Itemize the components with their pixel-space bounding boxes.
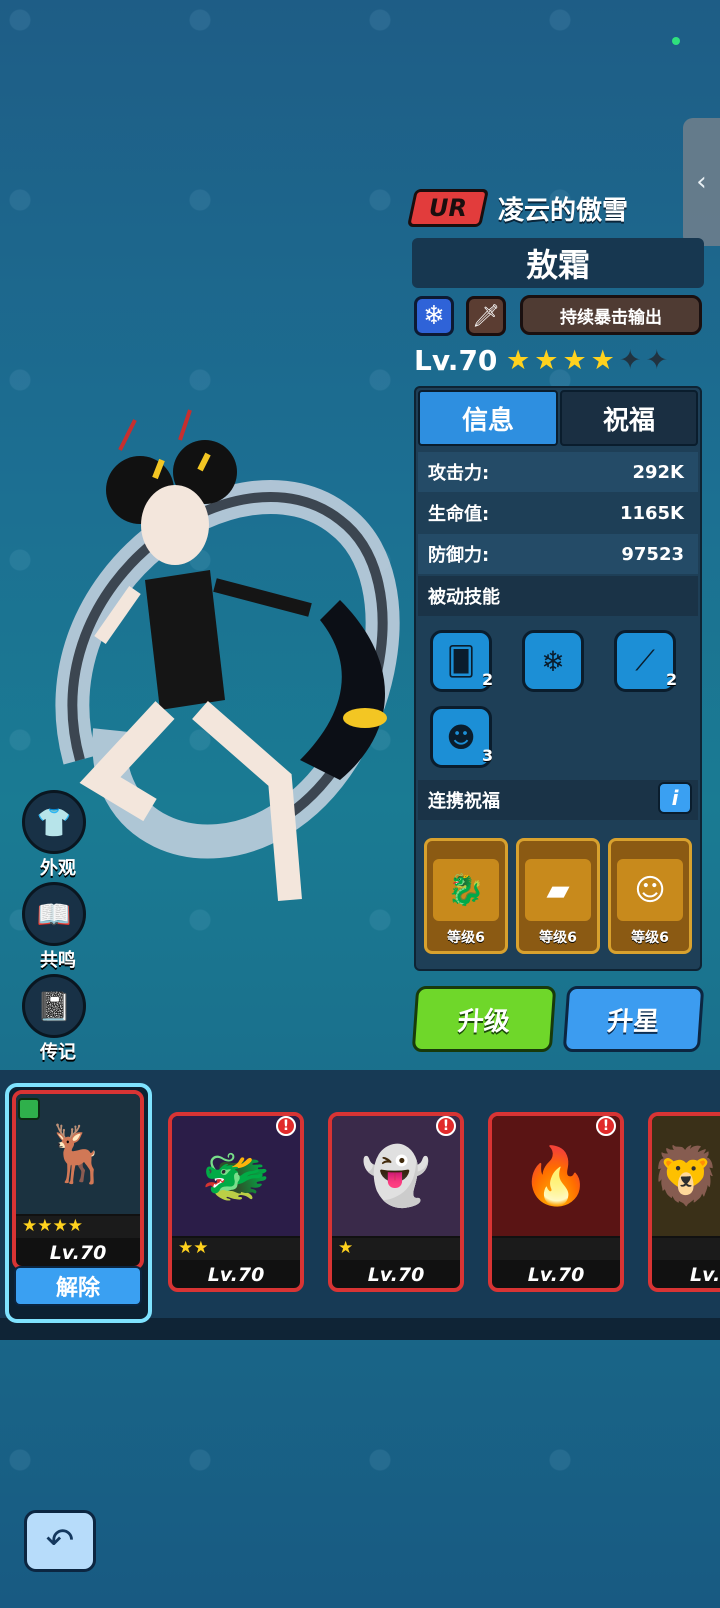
- book-icon: 📖: [22, 882, 86, 946]
- roster-hero[interactable]: 🐲 ★★ Lv.70: [168, 1112, 304, 1292]
- tab-bless[interactable]: 祝福: [560, 390, 698, 446]
- hero-title: 凌云的傲雪: [498, 196, 629, 226]
- journal-icon: 📓: [22, 974, 86, 1038]
- role-label: 持续暴击输出: [560, 307, 662, 328]
- dragon-icon: 🐉: [433, 859, 499, 921]
- passive-skill[interactable]: ☻ 3: [430, 706, 494, 768]
- side-drawer-toggle[interactable]: ‹: [683, 118, 720, 246]
- hero-stars: ★★★★: [16, 1216, 140, 1238]
- section-title: 被动技能: [428, 587, 500, 608]
- skill-level: 3: [482, 746, 494, 765]
- stat-label: 攻击力:: [428, 463, 490, 484]
- stat-value: 1165K: [619, 502, 684, 524]
- tab-info[interactable]: 信息: [418, 390, 558, 446]
- hero-stars: [652, 1238, 720, 1260]
- snowflake-icon[interactable]: ❄: [414, 296, 454, 336]
- star-empty-icon: ✦: [645, 345, 673, 376]
- star-icon: ★: [562, 345, 591, 376]
- link-card[interactable]: 🐉 等级6: [424, 838, 508, 954]
- hero-level: Lv.70: [207, 1264, 265, 1286]
- star-empty-icon: ✦: [618, 345, 646, 376]
- hero-level: Lv.70: [49, 1242, 107, 1264]
- upgrade-label: 升级: [456, 1006, 511, 1037]
- hero-artwork: [55, 409, 400, 901]
- link-bless-header: 连携祝福: [418, 780, 698, 820]
- card-level: 等级6: [631, 930, 669, 946]
- snowflakes-icon: ❄: [522, 630, 584, 692]
- passive-skill[interactable]: ⟋ 2: [614, 630, 678, 692]
- stat-row-defense: 防御力: 97523: [418, 534, 698, 574]
- passive-skill[interactable]: 🂠 2: [430, 630, 494, 692]
- link-card[interactable]: ▰ 等级6: [516, 838, 600, 954]
- alert-icon: !: [436, 1116, 456, 1136]
- star-rating: ★★★★✦✦: [506, 345, 672, 376]
- roster-hero[interactable]: 🦁 Lv.: [648, 1112, 720, 1292]
- hero-stars: [492, 1238, 620, 1260]
- alert-icon: !: [276, 1116, 296, 1136]
- status-dot: [672, 37, 680, 45]
- section-title: 连携祝福: [428, 791, 500, 812]
- skill-level: 2: [666, 670, 678, 689]
- team-member-icon: [18, 1098, 40, 1120]
- star-icon: ★: [506, 345, 535, 376]
- passive-skills-header: 被动技能: [418, 576, 698, 616]
- gold-icon: ▰: [525, 859, 591, 921]
- hero-level: Lv.70: [414, 344, 498, 377]
- star-icon: ★: [534, 345, 563, 376]
- hero-level: Lv.70: [367, 1264, 425, 1286]
- back-arrow-icon: ↶: [45, 1521, 75, 1561]
- hero-level: Lv.: [690, 1264, 720, 1286]
- side-menu-appearance[interactable]: 👕 外观: [22, 790, 94, 880]
- roster-hero[interactable]: 🔥 Lv.70: [488, 1112, 624, 1292]
- passive-skill[interactable]: ❄: [522, 630, 584, 692]
- gold-beast-icon: 🦁: [652, 1116, 720, 1236]
- side-menu-resonance[interactable]: 📖 共鸣: [22, 882, 94, 972]
- tab-info-label: 信息: [461, 405, 514, 436]
- back-button[interactable]: ↶: [24, 1510, 96, 1572]
- role-tag: 持续暴击输出: [520, 295, 702, 335]
- hero-stars: ★: [332, 1238, 460, 1260]
- stat-row-attack: 攻击力: 292K: [418, 452, 698, 492]
- stat-label: 生命值:: [428, 504, 490, 525]
- stat-value: 292K: [632, 461, 684, 483]
- remove-button[interactable]: 解除: [14, 1266, 142, 1306]
- tab-bless-label: 祝福: [602, 405, 655, 436]
- info-icon: i: [671, 786, 679, 810]
- link-card[interactable]: ☺ 等级6: [608, 838, 692, 954]
- rarity-label: UR: [429, 194, 467, 222]
- imp-icon: ☺: [617, 859, 683, 921]
- info-button[interactable]: i: [658, 782, 692, 814]
- star-icon: ★: [590, 345, 619, 376]
- shirt-icon: 👕: [22, 790, 86, 854]
- star-up-button[interactable]: 升星: [562, 986, 705, 1052]
- chevron-left-icon: ‹: [696, 167, 707, 197]
- stat-value: 97523: [621, 543, 684, 565]
- upgrade-button[interactable]: 升级: [411, 986, 557, 1052]
- stat-label: 防御力:: [428, 545, 490, 566]
- hero-name-plate: 敖霜: [412, 238, 704, 288]
- side-menu-label: 共鸣: [40, 950, 76, 971]
- card-level: 等级6: [447, 930, 485, 946]
- side-menu-label: 传记: [40, 1042, 76, 1063]
- hero-stars: ★★: [172, 1238, 300, 1260]
- side-menu-biography[interactable]: 📓 传记: [22, 974, 94, 1064]
- side-menu-label: 外观: [40, 858, 76, 879]
- roster-hero[interactable]: 👻 ★ Lv.70: [328, 1112, 464, 1292]
- sword-icon[interactable]: 🗡: [466, 296, 506, 336]
- hero-name: 敖霜: [525, 246, 590, 284]
- stat-row-hp: 生命值: 1165K: [418, 493, 698, 533]
- card-level: 等级6: [539, 930, 577, 946]
- rarity-badge: UR: [406, 189, 490, 227]
- skill-level: 2: [482, 670, 494, 689]
- hero-level: Lv.70: [527, 1264, 585, 1286]
- alert-icon: !: [596, 1116, 616, 1136]
- star-up-label: 升星: [606, 1006, 661, 1037]
- remove-label: 解除: [55, 1276, 100, 1301]
